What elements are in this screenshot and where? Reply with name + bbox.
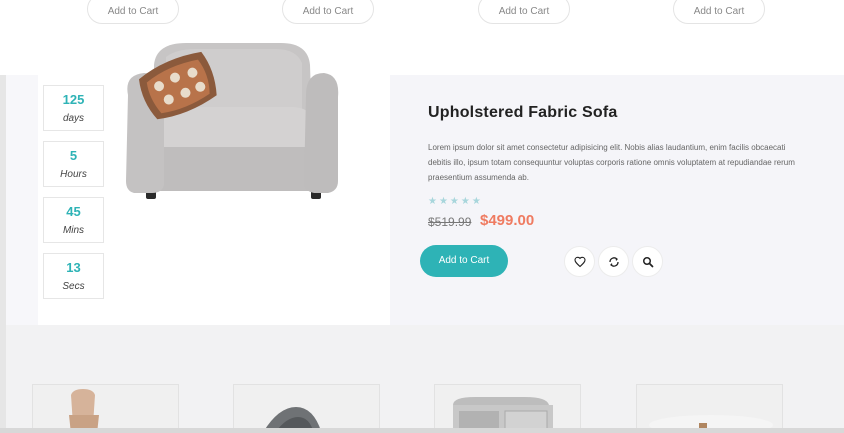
product-card-chair[interactable] — [32, 384, 179, 433]
countdown-secs-label: Secs — [62, 281, 85, 292]
wishlist-button[interactable] — [564, 246, 595, 277]
cabinet-thumbnail — [453, 397, 553, 432]
countdown-mins-value: 45 — [66, 204, 81, 219]
countdown-hours-label: Hours — [60, 169, 87, 180]
product-card-cabinet[interactable] — [434, 384, 581, 433]
armchair-image — [126, 43, 339, 199]
countdown-days: 125 days — [43, 85, 104, 131]
add-to-cart-button[interactable]: Add to Cart — [478, 0, 570, 24]
old-price: $519.99 — [428, 215, 472, 229]
add-to-cart-button[interactable]: Add to Cart — [673, 0, 765, 24]
compare-button[interactable] — [598, 246, 629, 277]
product-image[interactable] — [116, 35, 340, 210]
product-card-table[interactable] — [636, 384, 783, 433]
product-title[interactable]: Upholstered Fabric Sofa — [428, 104, 618, 122]
rating-stars: ★★★★★ — [428, 196, 483, 207]
window-bottom-bar — [0, 428, 844, 433]
chair-thumbnail — [69, 389, 99, 432]
sale-price: $499.00 — [480, 212, 535, 229]
countdown-days-label: days — [62, 113, 85, 124]
table-thumbnail — [649, 415, 773, 432]
countdown-mins: 45 Mins — [43, 197, 104, 243]
round-chair-thumbnail — [263, 407, 322, 432]
countdown-secs-value: 13 — [66, 260, 81, 275]
product-card-round-chair[interactable] — [233, 384, 380, 433]
countdown-hours: 5 Hours — [43, 141, 104, 187]
countdown-hours-value: 5 — [69, 148, 78, 163]
search-icon — [642, 256, 653, 267]
countdown-days-value: 125 — [62, 92, 85, 107]
add-to-cart-button[interactable]: Add to Cart — [282, 0, 374, 24]
quick-view-button[interactable] — [632, 246, 663, 277]
heart-icon — [573, 256, 586, 267]
refresh-icon — [608, 256, 619, 267]
product-description: Lorem ipsum dolor sit amet consectetur a… — [428, 143, 795, 182]
countdown-secs: 13 Secs — [43, 253, 104, 299]
add-to-cart-button[interactable]: Add to Cart — [420, 245, 508, 277]
add-to-cart-button[interactable]: Add to Cart — [87, 0, 179, 24]
countdown-mins-label: Mins — [62, 225, 85, 236]
